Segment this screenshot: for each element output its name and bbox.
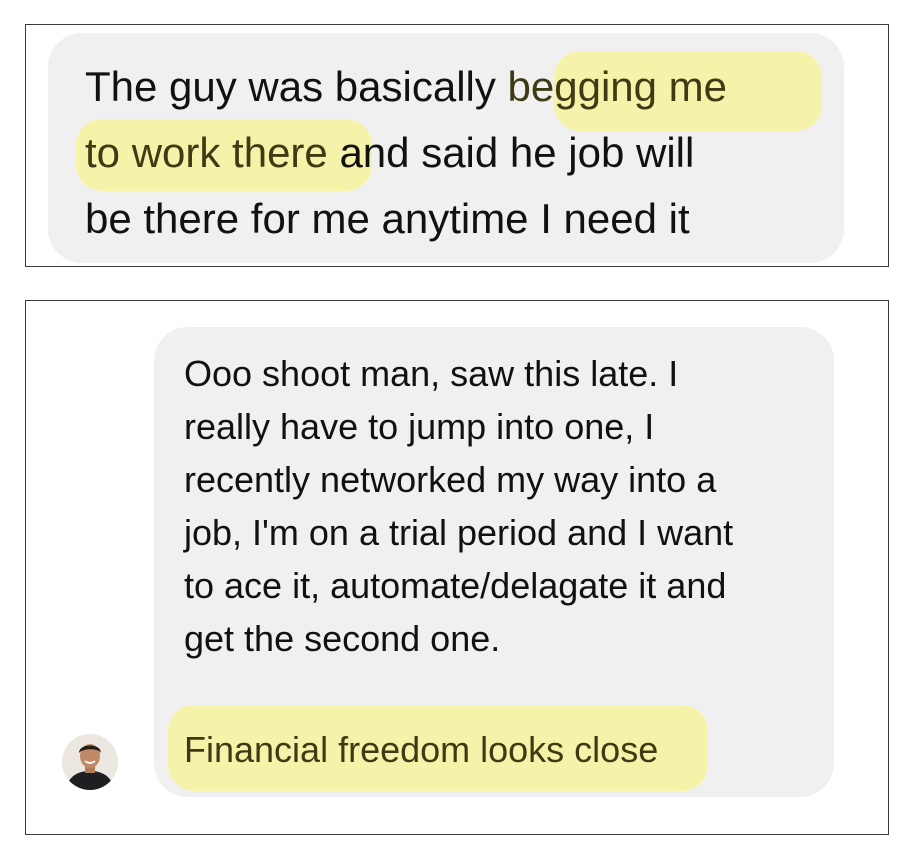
message-line: to ace it, automate/delagate it and <box>184 565 727 606</box>
message-line: be there for me anytime I need it <box>85 195 690 242</box>
message-line: The guy was basically begging me <box>85 63 728 110</box>
message-line: get the second one. <box>184 618 501 659</box>
message-line: recently networked my way into a <box>184 459 717 500</box>
screenshot-panel-1: The guy was basically begging me to work… <box>25 24 889 267</box>
screenshot-panel-2: Ooo shoot man, saw this late. I really h… <box>25 300 889 835</box>
message-bubble-received: Ooo shoot man, saw this late. I really h… <box>154 327 834 797</box>
message-bubble-received: The guy was basically begging me to work… <box>48 33 844 263</box>
message-line: really have to jump into one, I <box>184 406 655 447</box>
message-line: to work there and said he job will <box>85 129 695 176</box>
message-line: Ooo shoot man, saw this late. I <box>184 353 679 394</box>
sender-avatar[interactable] <box>62 734 118 790</box>
avatar-photo-icon <box>62 734 118 790</box>
message-line: job, I'm on a trial period and I want <box>184 512 734 553</box>
message-line-highlighted: Financial freedom looks close <box>184 729 659 770</box>
